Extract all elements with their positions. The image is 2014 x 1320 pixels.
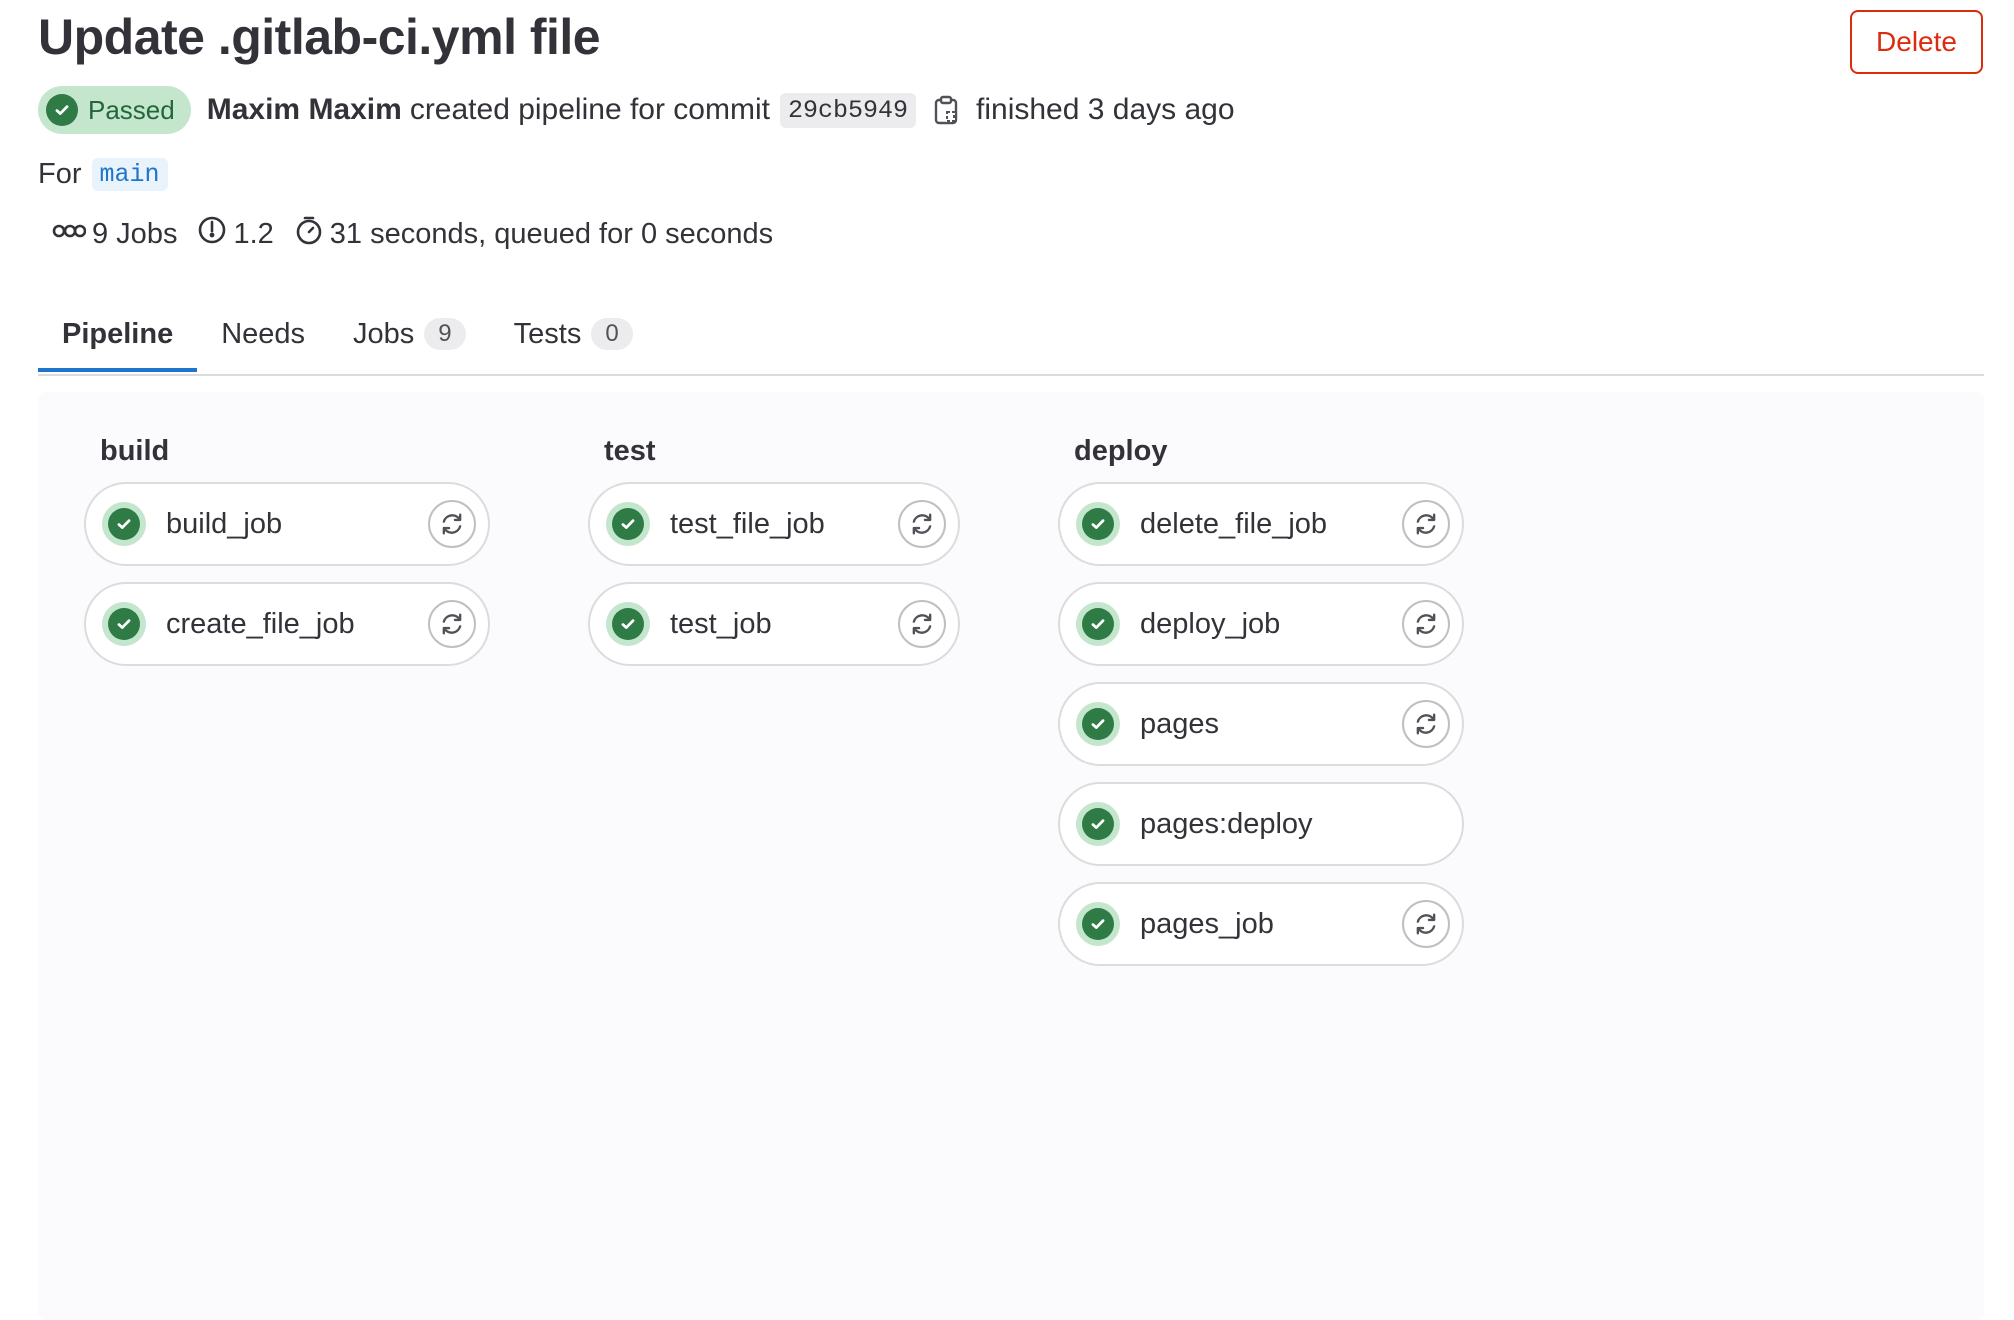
job-test-file-job[interactable]: test_file_job	[588, 482, 960, 566]
tab-pipeline[interactable]: Pipeline	[38, 296, 197, 372]
ref-prefix: For	[38, 157, 82, 190]
status-success-icon	[606, 602, 650, 646]
pipeline-meta: Passed Maxim Maxim created pipeline for …	[38, 86, 1235, 134]
job-name: test_job	[670, 607, 772, 640]
stage-deploy: deploy delete_file_job deploy_jobpages page…	[1058, 432, 1464, 966]
retry-icon[interactable]	[1402, 600, 1450, 648]
job-pages[interactable]: pages	[1058, 682, 1464, 766]
compute-icon	[197, 215, 227, 253]
retry-icon[interactable]	[1402, 900, 1450, 948]
tab-label: Needs	[221, 317, 306, 350]
tab-count-badge: 0	[591, 318, 633, 350]
status-success-icon	[102, 502, 146, 546]
stage-title: deploy	[1074, 435, 1168, 467]
status-success-icon	[1076, 802, 1120, 846]
job-deploy-job[interactable]: deploy_job	[1058, 582, 1464, 666]
stage-build: build build_job create_file_job	[84, 432, 490, 666]
ref-row: For main	[38, 154, 168, 194]
job-name: pages_job	[1140, 907, 1274, 940]
page-title: Update .gitlab-ci.yml file	[38, 9, 601, 65]
compute-value: 1.2	[233, 217, 274, 250]
status-success-icon	[606, 502, 650, 546]
job-name: build_job	[166, 507, 283, 540]
jobs-stat: 9 Jobs	[52, 218, 177, 251]
stage-test: test test_file_job test_job	[588, 432, 960, 666]
tab-tests[interactable]: Tests 0	[490, 296, 657, 372]
finished-text: finished 3 days ago	[976, 93, 1235, 126]
duration-value: 31 seconds, queued for 0 seconds	[329, 217, 774, 250]
branch-link[interactable]: main	[91, 157, 168, 191]
pipeline-graph: build build_job create_file_job test test_fi…	[38, 392, 1984, 1320]
job-name: delete_file_job	[1140, 507, 1328, 540]
status-success-icon	[1076, 502, 1120, 546]
job-name: create_file_job	[166, 607, 355, 640]
retry-icon[interactable]	[898, 600, 946, 648]
clipboard-icon[interactable]	[934, 95, 958, 125]
job-name: deploy_job	[1140, 607, 1281, 640]
pipeline-icon	[52, 218, 87, 251]
status-success-icon	[1076, 702, 1120, 746]
action-text: created pipeline for commit	[409, 93, 770, 126]
commit-sha[interactable]: 29cb5949	[779, 92, 917, 128]
job-create-file-job[interactable]: create_file_job	[84, 582, 490, 666]
tab-label: Pipeline	[62, 317, 174, 350]
job-test-job[interactable]: test_job	[588, 582, 960, 666]
retry-icon[interactable]	[428, 500, 476, 548]
stage-title: test	[604, 435, 656, 467]
tab-jobs[interactable]: Jobs 9	[329, 296, 490, 372]
retry-icon[interactable]	[1402, 700, 1450, 748]
tab-needs[interactable]: Needs	[197, 296, 329, 372]
status-success-icon	[1076, 902, 1120, 946]
job-name: test_file_job	[670, 507, 825, 540]
timer-icon	[294, 215, 324, 253]
stage-title: build	[100, 435, 170, 467]
jobs-count: 9 Jobs	[92, 217, 178, 250]
pipeline-stats: 9 Jobs 1.2 31 seconds, queued for 0 seco…	[52, 212, 785, 256]
delete-button[interactable]: Delete	[1850, 10, 1983, 74]
status-badge[interactable]: Passed	[38, 86, 191, 134]
compute-stat: 1.2	[197, 215, 274, 253]
status-label: Passed	[88, 94, 175, 125]
duration-stat: 31 seconds, queued for 0 seconds	[294, 215, 773, 253]
retry-icon[interactable]	[428, 600, 476, 648]
author-link[interactable]: Maxim Maxim	[207, 93, 402, 127]
job-pages-job[interactable]: pages_job	[1058, 882, 1464, 966]
tab-count-badge: 9	[424, 318, 466, 350]
tab-label: Jobs	[353, 317, 415, 350]
job-delete-file-job[interactable]: delete_file_job	[1058, 482, 1464, 566]
job-build-job[interactable]: build_job	[84, 482, 490, 566]
status-success-icon	[1076, 602, 1120, 646]
job-name: pages:deploy	[1140, 807, 1313, 840]
check-circle-icon	[46, 94, 78, 126]
pipeline-tabs: Pipeline Needs Jobs 9 Tests 0	[38, 296, 1984, 376]
job-pages-deploy[interactable]: pages:deploy	[1058, 782, 1464, 866]
tab-label: Tests	[513, 317, 582, 350]
retry-icon[interactable]	[898, 500, 946, 548]
retry-icon[interactable]	[1402, 500, 1450, 548]
status-success-icon	[102, 602, 146, 646]
job-name: pages	[1140, 707, 1220, 740]
